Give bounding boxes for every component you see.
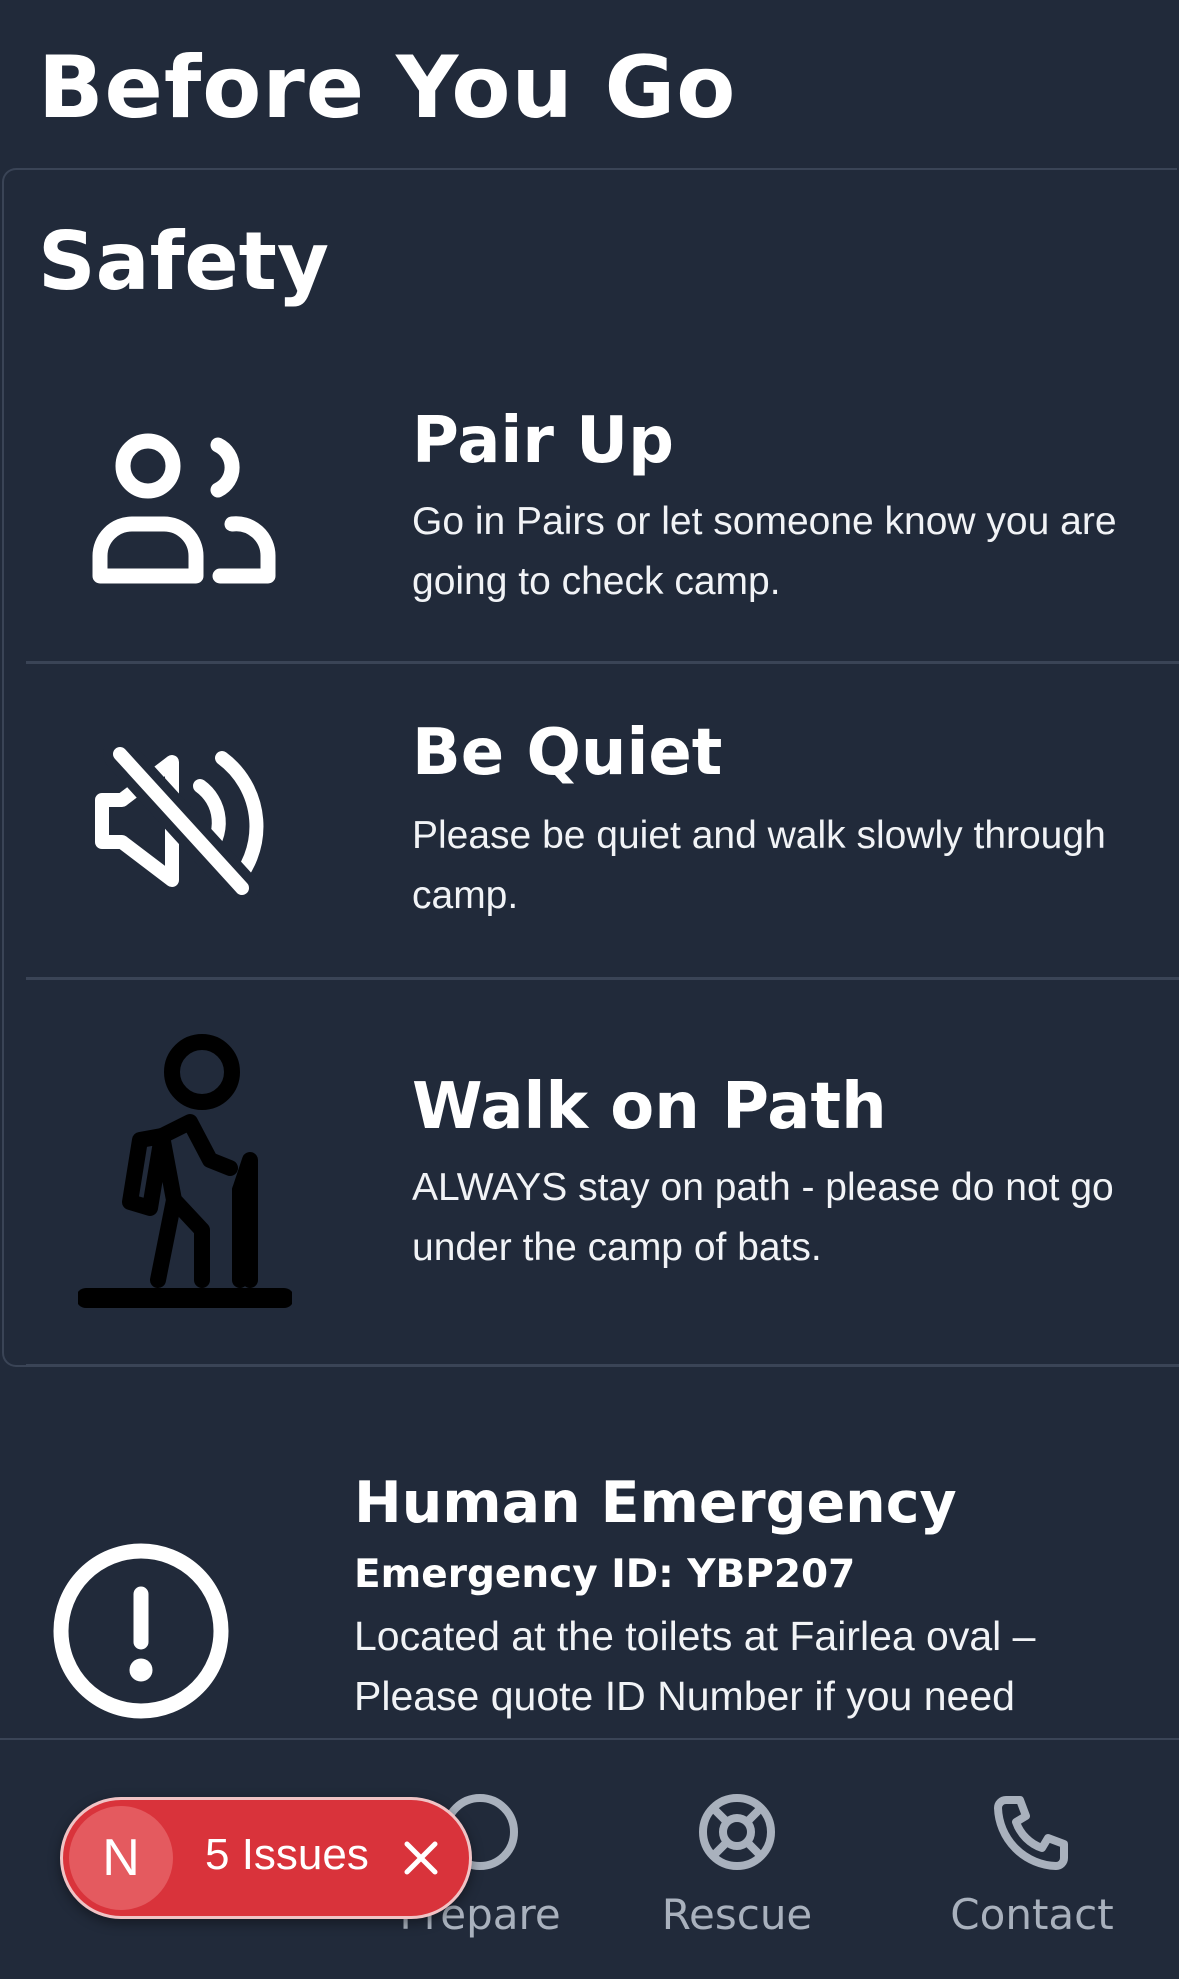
nav-item-rescue[interactable]: Rescue bbox=[612, 1792, 862, 1939]
page-title: Before You Go bbox=[38, 38, 737, 138]
nav-item-contact[interactable]: Contact bbox=[907, 1792, 1157, 1939]
close-icon[interactable] bbox=[399, 1836, 443, 1884]
divider bbox=[26, 977, 1179, 980]
alert-circle-icon bbox=[52, 1542, 230, 1724]
item-title: Pair Up bbox=[412, 404, 674, 478]
lifebuoy-icon bbox=[699, 1794, 775, 1870]
volume-off-icon bbox=[92, 737, 278, 905]
issues-logo: N bbox=[69, 1806, 173, 1910]
divider bbox=[26, 661, 1179, 664]
item-title: Be Quiet bbox=[412, 716, 723, 790]
emergency-description: Located at the toilets at Fairlea oval –… bbox=[354, 1613, 1036, 1719]
item-description: ALWAYS stay on path - please do not go u… bbox=[412, 1166, 1114, 1269]
emergency-card: Human Emergency Emergency ID: YBP207 Loc… bbox=[0, 1470, 1179, 1740]
issues-badge[interactable]: N 5 Issues bbox=[60, 1797, 472, 1919]
nav-label: Contact bbox=[950, 1890, 1114, 1939]
nav-label: Rescue bbox=[661, 1890, 813, 1939]
issues-count: 5 Issues bbox=[205, 1830, 369, 1879]
item-title: Walk on Path bbox=[412, 1070, 887, 1144]
emergency-title: Human Emergency bbox=[354, 1470, 957, 1536]
item-description: Go in Pairs or let someone know you are … bbox=[412, 500, 1117, 603]
phone-icon bbox=[994, 1796, 1068, 1870]
item-description: Please be quiet and walk slowly through … bbox=[412, 814, 1106, 917]
users-icon bbox=[92, 430, 278, 588]
safety-item-be-quiet: Be Quiet Please be quiet and walk slowly… bbox=[26, 716, 1179, 976]
safety-item-pair-up: Pair Up Go in Pairs or let someone know … bbox=[26, 400, 1179, 660]
hiker-icon bbox=[76, 1030, 294, 1320]
section-title-safety: Safety bbox=[38, 215, 330, 308]
emergency-id: Emergency ID: YBP207 bbox=[354, 1552, 856, 1597]
safety-item-walk-on-path: Walk on Path ALWAYS stay on path - pleas… bbox=[26, 1030, 1179, 1330]
divider bbox=[26, 1364, 1179, 1367]
